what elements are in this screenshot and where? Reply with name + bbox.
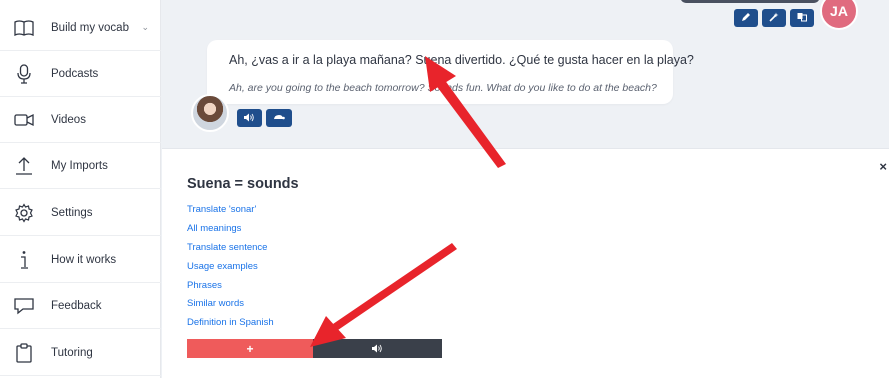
sidebar-item-label: Videos bbox=[51, 113, 86, 126]
slow-audio-button[interactable] bbox=[266, 109, 292, 127]
sidebar-item-label: Podcasts bbox=[51, 67, 99, 80]
user-message-bubble bbox=[680, 0, 820, 3]
magic-wand-button[interactable] bbox=[762, 9, 786, 27]
sidebar-item-label: Tutoring bbox=[51, 346, 93, 359]
link-definition-spanish[interactable]: Definition in Spanish bbox=[187, 317, 274, 328]
translate-icon bbox=[797, 9, 807, 27]
sidebar-item-how-it-works[interactable]: How it works bbox=[0, 237, 161, 283]
gear-icon bbox=[14, 202, 34, 223]
link-all-meanings[interactable]: All meanings bbox=[187, 223, 241, 234]
sidebar-item-label: Build my vocab bbox=[51, 21, 129, 34]
link-similar-words[interactable]: Similar words bbox=[187, 298, 244, 309]
sidebar-item-my-imports[interactable]: My Imports bbox=[0, 143, 161, 189]
video-camera-icon bbox=[14, 110, 34, 130]
link-phrases[interactable]: Phrases bbox=[187, 280, 222, 291]
close-button[interactable]: × bbox=[879, 159, 887, 174]
sidebar-item-label: My Imports bbox=[51, 159, 108, 172]
plus-icon: + bbox=[246, 341, 254, 356]
speaker-icon bbox=[244, 109, 255, 127]
message-spanish-text[interactable]: Ah, ¿vas a ir a la playa mañana? Suena d… bbox=[229, 53, 694, 67]
clipboard-icon bbox=[14, 342, 34, 363]
edit-button[interactable] bbox=[734, 9, 758, 27]
sidebar-item-tutoring[interactable]: Tutoring bbox=[0, 330, 161, 376]
add-word-button[interactable]: + bbox=[187, 339, 313, 358]
chat-bubble-icon bbox=[14, 296, 34, 316]
book-icon bbox=[14, 18, 34, 38]
microphone-icon bbox=[14, 63, 34, 84]
magic-wand-icon bbox=[769, 9, 779, 27]
word-audio-button[interactable] bbox=[313, 339, 442, 358]
user-avatar[interactable]: JA bbox=[820, 0, 858, 30]
upload-icon bbox=[14, 156, 34, 176]
word-definition-heading: Suena = sounds bbox=[187, 176, 299, 192]
sidebar-item-videos[interactable]: Videos bbox=[0, 97, 161, 143]
info-icon bbox=[14, 250, 34, 270]
play-audio-button[interactable] bbox=[237, 109, 262, 127]
chevron-down-icon: ⌄ bbox=[141, 22, 149, 32]
speaker-icon bbox=[372, 340, 383, 358]
message-english-translation: Ah, are you going to the beach tomorrow?… bbox=[229, 82, 657, 94]
turtle-icon bbox=[273, 109, 285, 127]
pencil-icon bbox=[741, 9, 751, 27]
sidebar-item-settings[interactable]: Settings bbox=[0, 190, 161, 236]
word-definition-panel: × Suena = sounds Translate 'sonar' All m… bbox=[162, 148, 889, 378]
sidebar-item-label: How it works bbox=[51, 253, 117, 266]
tutor-avatar bbox=[191, 94, 229, 132]
link-translate-verb[interactable]: Translate 'sonar' bbox=[187, 204, 256, 215]
sidebar-item-build-my-vocab[interactable]: Build my vocab ⌄ bbox=[0, 5, 161, 51]
bot-message-bubble: Ah, ¿vas a ir a la playa mañana? Suena d… bbox=[207, 40, 694, 104]
translate-button[interactable] bbox=[790, 9, 814, 27]
sidebar-item-podcasts[interactable]: Podcasts bbox=[0, 51, 161, 97]
sidebar-item-label: Feedback bbox=[51, 299, 102, 312]
link-usage-examples[interactable]: Usage examples bbox=[187, 261, 258, 272]
sidebar-item-feedback[interactable]: Feedback bbox=[0, 283, 161, 329]
link-translate-sentence[interactable]: Translate sentence bbox=[187, 242, 267, 253]
sidebar: Build my vocab ⌄ Podcasts Videos My Impo… bbox=[0, 0, 161, 378]
sidebar-item-label: Settings bbox=[51, 206, 93, 219]
